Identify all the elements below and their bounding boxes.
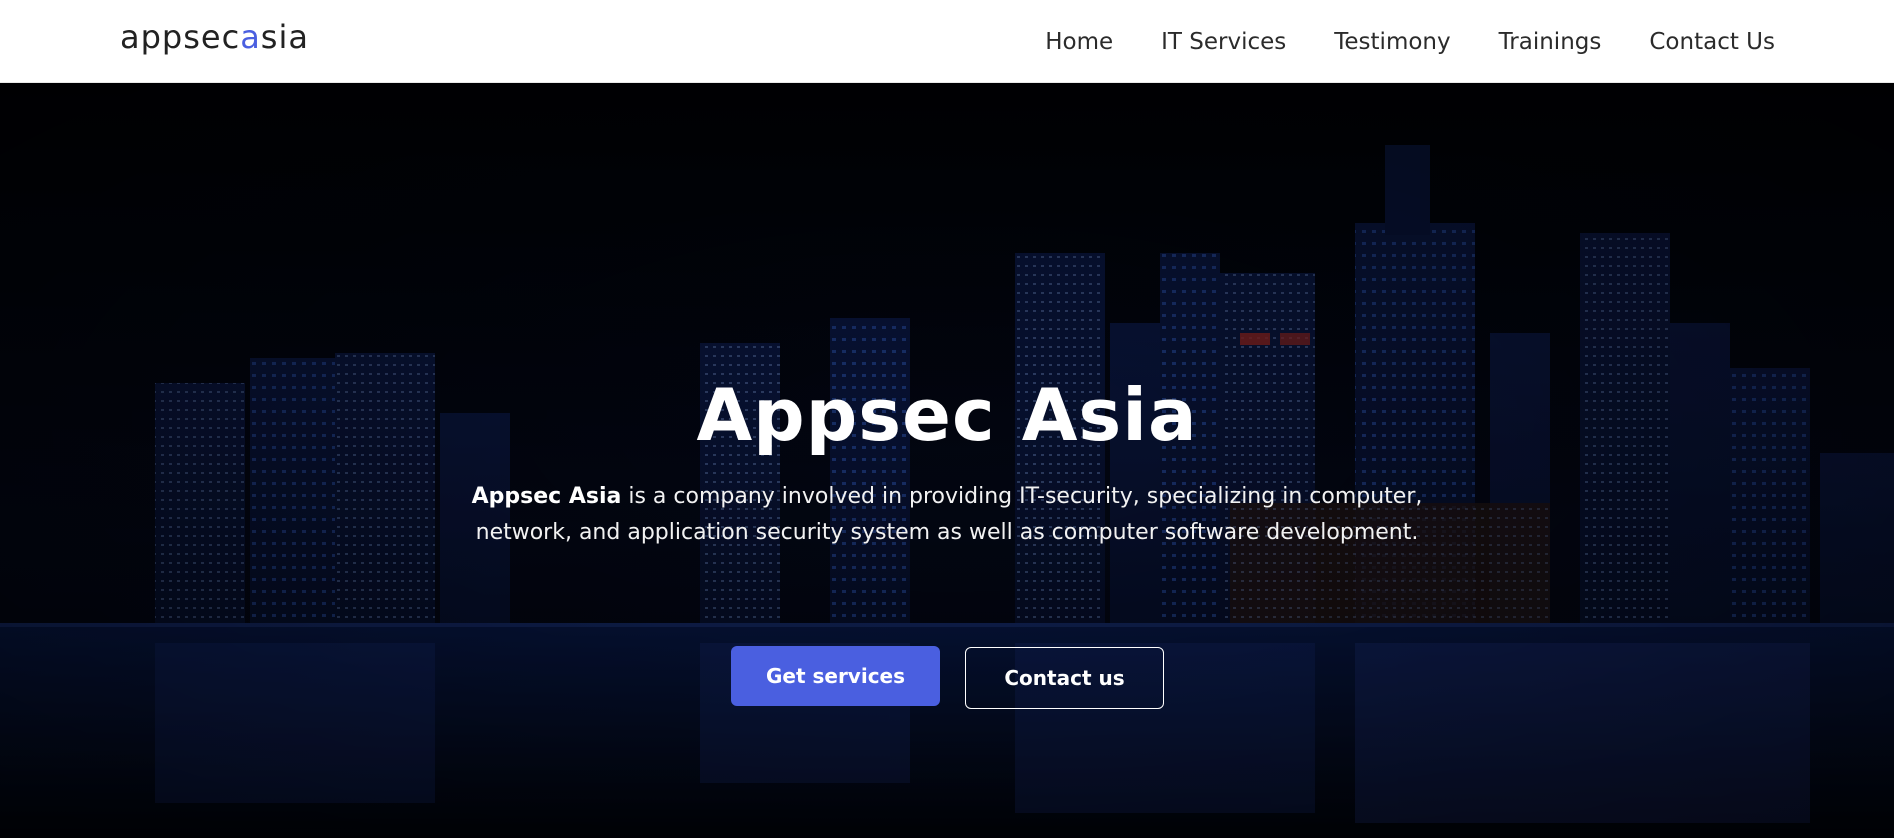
contact-us-button[interactable]: Contact us — [965, 647, 1164, 709]
logo[interactable]: appsecasia — [120, 18, 309, 56]
get-services-button[interactable]: Get services — [731, 646, 940, 706]
logo-text-end: sia — [260, 18, 309, 56]
hero-title: Appsec Asia — [696, 373, 1198, 457]
nav-contact-us[interactable]: Contact Us — [1649, 24, 1775, 60]
hero-description-brand: Appsec Asia — [471, 484, 622, 509]
nav-testimony[interactable]: Testimony — [1334, 24, 1450, 60]
nav-it-services[interactable]: IT Services — [1161, 24, 1286, 60]
navbar: appsecasia Home IT Services Testimony Tr… — [0, 0, 1894, 83]
hero-content: Appsec Asia Appsec Asia is a company inv… — [0, 83, 1894, 838]
logo-text-start: appsec — [120, 18, 241, 56]
nav-trainings[interactable]: Trainings — [1499, 24, 1602, 60]
nav-home[interactable]: Home — [1045, 24, 1113, 60]
hero-section: Appsec Asia Appsec Asia is a company inv… — [0, 83, 1894, 838]
hero-description: Appsec Asia is a company involved in pro… — [420, 479, 1474, 551]
logo-accent-letter: a — [240, 18, 261, 56]
main-nav: Home IT Services Testimony Trainings Con… — [1045, 24, 1775, 60]
